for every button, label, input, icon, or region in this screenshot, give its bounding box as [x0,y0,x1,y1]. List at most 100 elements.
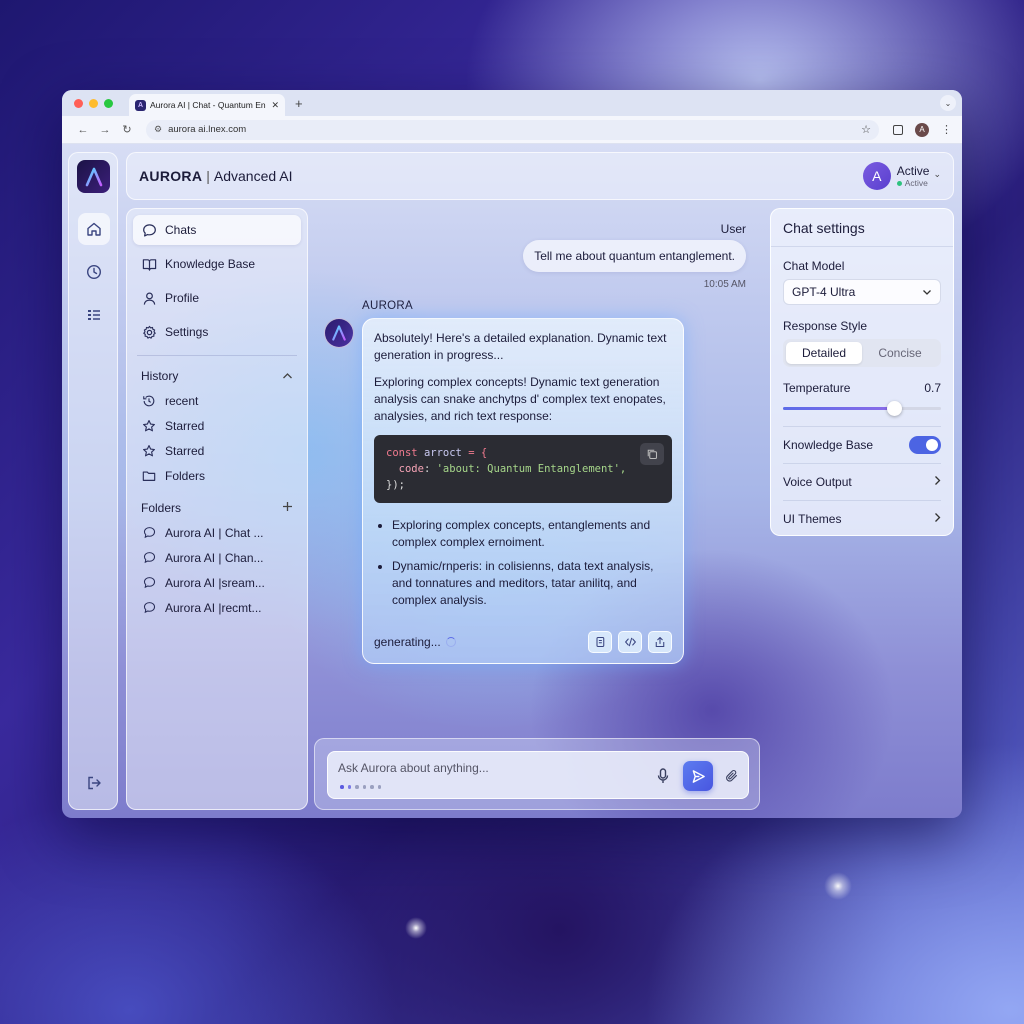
close-window-button[interactable] [74,98,83,108]
assistant-message-bubble: Absolutely! Here's a detailed explanatio… [362,318,684,664]
chevron-right-icon [934,512,941,526]
slider-fill [783,407,894,410]
code-block: const arroct = { code: 'about: Quantum E… [374,435,672,503]
slider-thumb[interactable] [886,401,902,416]
icon-rail [68,152,118,810]
chevron-down-icon: ⌄ [933,168,941,179]
history-icon [141,393,157,409]
chat-bubble-icon [141,222,157,238]
sidebar-item-label: Settings [165,325,209,339]
new-tab-icon[interactable]: + [295,96,303,111]
chat-model-value: GPT-4 Ultra [792,285,856,299]
status-dot [896,180,902,186]
message-input[interactable] [338,759,638,777]
temperature-slider[interactable] [783,401,941,416]
gear-icon [141,324,157,340]
sidebar-item-profile[interactable]: Profile [133,283,301,313]
side-panel-icon[interactable] [893,124,903,135]
paperclip-icon [726,769,737,782]
rail-history-button[interactable] [78,256,110,288]
reload-icon[interactable]: ↻ [116,123,138,136]
folder-chat-item[interactable]: Aurora AI |recmt... [133,595,301,620]
temperature-value: 0.7 [924,381,941,395]
chat-bubble-icon [141,600,157,616]
assistant-paragraph: Absolutely! Here's a detailed explanatio… [374,331,667,362]
sidebar-item-knowledge-base[interactable]: Knowledge Base [133,249,301,279]
user-icon [141,290,157,306]
sidebar: Chats Knowledge Base Profile Settings Hi… [126,208,308,810]
browser-tab[interactable]: A Aurora AI | Chat - Quantum En ✕ [129,94,285,116]
assistant-paragraph: Exploring complex concepts! Dynamic text… [374,375,666,423]
user-status-text: Active [904,178,928,188]
url-text: aurora ai.lnex.com [168,124,247,135]
sidebar-item-label: Chats [165,223,197,237]
chevron-up-icon[interactable] [282,369,293,383]
chat-settings-panel: Chat settings Chat Model GPT-4 Ultra Res… [770,208,954,536]
folder-chat-item[interactable]: Aurora AI | Chan... [133,545,301,570]
tab-title: Aurora AI | Chat - Quantum En [150,100,266,110]
voice-output-label: Voice Output [783,475,852,489]
site-info-icon[interactable]: ⚙ [154,124,162,135]
microphone-icon [657,768,669,783]
bookmark-star-icon[interactable]: ☆ [861,123,871,136]
history-item-recent[interactable]: recent [133,388,301,413]
history-item-folders[interactable]: Folders [133,463,301,488]
user-message-bubble: Tell me about quantum entanglement. [523,240,746,272]
user-message-label: User [720,222,746,236]
history-title: History [141,369,179,383]
back-arrow-icon[interactable]: ← [72,124,94,136]
sidebar-item-chats[interactable]: Chats [133,215,301,245]
more-menu-icon[interactable]: ⋮ [941,123,952,136]
minimize-window-button[interactable] [89,98,98,108]
close-tab-icon[interactable]: ✕ [271,100,279,111]
composer-container [314,738,760,810]
user-menu[interactable]: A Active Active ⌄ [862,162,941,190]
chat-model-select[interactable]: GPT-4 Ultra [783,279,941,305]
history-section-header[interactable]: History [133,364,301,388]
chat-model-label: Chat Model [783,259,845,273]
list-item: Exploring complex concepts, entanglement… [392,517,672,551]
style-option-concise[interactable]: Concise [862,342,938,364]
folder-chat-label: Aurora AI |sream... [165,575,265,590]
copy-message-button[interactable] [588,631,612,653]
share-button[interactable] [648,631,672,653]
copy-code-button[interactable] [640,443,664,465]
voice-input-button[interactable] [654,766,672,786]
avatar: A [862,162,891,190]
add-folder-icon[interactable] [282,501,293,515]
style-option-detailed[interactable]: Detailed [786,342,862,364]
ui-themes-row[interactable]: UI Themes [783,500,941,537]
background-sparkle [824,872,852,900]
sidebar-item-label: Knowledge Base [165,257,256,271]
temperature-label: Temperature [783,381,851,395]
maximize-window-button[interactable] [104,98,113,108]
background-sparkle [405,917,427,939]
code-icon [624,637,636,647]
folder-chat-item[interactable]: Aurora AI |sream... [133,570,301,595]
home-icon [87,222,101,236]
url-field[interactable]: ⚙ aurora ai.lnex.com ☆ [146,119,879,140]
history-item-label: Folders [165,468,206,483]
code-view-button[interactable] [618,631,642,653]
attach-file-button[interactable] [723,766,741,786]
app-header: AURORA | Advanced AI A Active Active ⌄ [126,152,954,200]
sidebar-item-label: Profile [165,291,200,305]
sidebar-item-settings[interactable]: Settings [133,317,301,347]
share-icon [655,636,665,648]
knowledge-base-toggle[interactable] [909,436,941,454]
book-icon [141,256,157,272]
rail-home-button[interactable] [78,213,110,245]
rail-list-button[interactable] [78,299,110,331]
rail-logout-button[interactable] [78,767,110,799]
user-name: Active [896,164,930,178]
send-button[interactable] [683,761,713,791]
app-logo[interactable] [77,160,110,193]
forward-arrow-icon[interactable]: → [94,124,116,136]
voice-output-row[interactable]: Voice Output [783,463,941,500]
folder-chat-item[interactable]: Aurora AI | Chat ... [133,520,301,545]
tab-search-chevron-icon[interactable]: ⌄ [940,95,956,111]
code-line: const arroct = { [386,445,660,461]
profile-avatar-icon[interactable]: A [915,122,929,137]
history-item-starred[interactable]: Starred [133,438,301,463]
history-item-starred[interactable]: Starred [133,413,301,438]
